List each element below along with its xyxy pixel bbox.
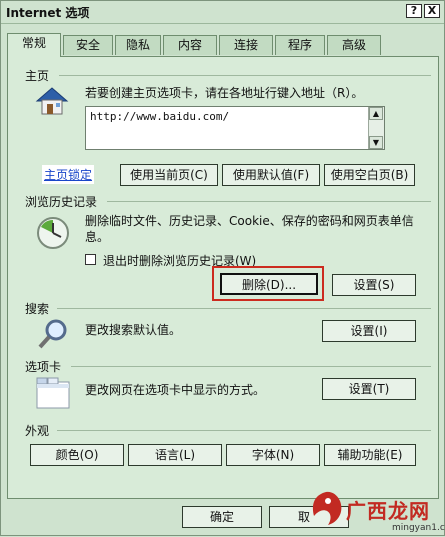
watermark-logo: 广西龙网 mingyan1.com xyxy=(302,487,445,537)
scroll-up-icon[interactable]: ▲ xyxy=(369,107,383,120)
delete-history-button[interactable]: 删除(D)... xyxy=(220,273,318,295)
home-address-value: http://www.baidu.com/ xyxy=(90,110,230,123)
history-section-label: 浏览历史记录 xyxy=(25,195,98,209)
help-button[interactable]: ? xyxy=(406,4,422,18)
address-scrollbar[interactable]: ▲ ▼ xyxy=(368,107,384,149)
internet-options-dialog: Internet 选项 ? X 常规 安全 隐私 内容 连接 程序 高级 主页 … xyxy=(0,0,445,536)
close-button[interactable]: X xyxy=(424,4,440,18)
tabs-divider xyxy=(71,366,431,367)
history-settings-button[interactable]: 设置(S) xyxy=(332,274,416,296)
home-description: 若要创建主页选项卡，请在各地址行键入地址（R）。 xyxy=(85,86,364,100)
tab-advanced[interactable]: 高级 xyxy=(327,35,381,55)
colors-button[interactable]: 颜色(O) xyxy=(30,444,124,466)
tab-connections[interactable]: 连接 xyxy=(219,35,273,55)
history-clock-icon xyxy=(37,217,69,249)
tabs-settings-button[interactable]: 设置(T) xyxy=(322,378,416,400)
home-address-field[interactable]: http://www.baidu.com/ ▲ ▼ xyxy=(85,106,385,150)
tab-content[interactable]: 内容 xyxy=(163,35,217,55)
search-description: 更改搜索默认值。 xyxy=(85,323,182,337)
languages-button[interactable]: 语言(L) xyxy=(128,444,222,466)
watermark-text: 广西龙网 xyxy=(346,499,430,523)
watermark-url: mingyan1.com xyxy=(392,523,445,533)
tabs-description: 更改网页在选项卡中显示的方式。 xyxy=(85,383,266,397)
home-lock-link[interactable]: 主页锁定 xyxy=(42,165,95,184)
magnifier-icon xyxy=(38,319,67,349)
history-description: 删除临时文件、历史记录、Cookie、保存的密码和网页表单信息。 xyxy=(85,214,414,244)
tab-general[interactable]: 常规 xyxy=(7,33,61,57)
tab-security[interactable]: 安全 xyxy=(63,35,113,55)
delete-on-exit-checkbox[interactable] xyxy=(85,254,96,265)
tabs-section-label: 选项卡 xyxy=(25,360,62,374)
accessibility-button[interactable]: 辅助功能(E) xyxy=(324,444,416,466)
appearance-divider xyxy=(57,430,431,431)
tab-privacy[interactable]: 隐私 xyxy=(115,35,161,55)
use-current-button[interactable]: 使用当前页(C) xyxy=(120,164,218,186)
use-blank-button[interactable]: 使用空白页(B) xyxy=(324,164,415,186)
tab-programs[interactable]: 程序 xyxy=(275,35,325,55)
house-icon xyxy=(35,87,69,115)
home-section-label: 主页 xyxy=(25,69,50,83)
scroll-down-icon[interactable]: ▼ xyxy=(369,136,383,149)
search-section-label: 搜索 xyxy=(25,302,50,316)
tabbed-window-icon xyxy=(36,377,70,409)
dialog-title: Internet 选项 xyxy=(6,6,90,20)
fonts-button[interactable]: 字体(N) xyxy=(226,444,320,466)
search-settings-button[interactable]: 设置(I) xyxy=(322,320,416,342)
title-bar: Internet 选项 ? X xyxy=(1,1,444,24)
ok-button[interactable]: 确定 xyxy=(182,506,262,528)
appearance-section-label: 外观 xyxy=(25,424,50,438)
use-default-button[interactable]: 使用默认值(F) xyxy=(222,164,320,186)
watermark-mark-icon xyxy=(312,491,342,525)
history-divider xyxy=(107,201,431,202)
home-divider xyxy=(59,75,431,76)
tab-strip: 常规 安全 隐私 内容 连接 程序 高级 xyxy=(7,33,437,57)
search-divider xyxy=(57,308,431,309)
